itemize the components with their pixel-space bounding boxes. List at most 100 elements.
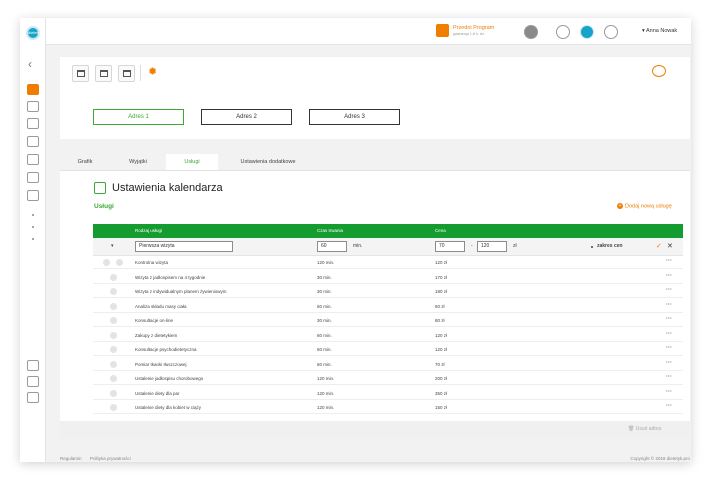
calendar-icon[interactable] [524,25,538,39]
move-up-icon[interactable] [110,389,117,397]
service-price: 180 zł [435,289,448,294]
service-duration: 120 min. [317,376,335,381]
service-duration: 60 min. [317,361,332,367]
promo-banner[interactable]: Przedni Program gwarancja 1-8 h. tel. [436,24,508,40]
collapse-arrow-icon[interactable]: ‹ [28,58,32,70]
dashboard-icon[interactable] [27,172,39,183]
range-toggle-icon[interactable] [591,246,593,248]
settings-icon[interactable] [604,25,618,39]
card-footer-bar: 🗑 Usuń adres [60,421,690,439]
tab-grafik[interactable]: Grafik [64,154,106,170]
table-row: Ustalenie diety dla par 120 min. 350 zł … [93,387,683,400]
service-price: 50 zł [435,303,445,309]
page-title: Ustawienia kalendarza [112,182,223,194]
gear-icon[interactable]: ✹ [148,66,157,78]
table-row: Konsultacje on-line 30 min. 80 zł ··· [93,314,683,327]
service-price: 80 zł [435,318,445,323]
user-menu[interactable]: ▾ Anna Nowak [642,28,677,34]
address-2-button[interactable]: Adres 2 [201,109,292,125]
chat-icon[interactable] [556,25,570,39]
more-options-icon[interactable]: ··· [666,401,672,412]
terms-link[interactable]: Regulamin [60,456,82,461]
table-icon[interactable] [27,154,39,165]
move-up-icon[interactable] [110,404,117,411]
tab-uslugi[interactable]: Usługi [166,154,218,170]
address-card: ✹ Adres 1 Adres 2 Adres 3 [60,57,690,139]
card-icon[interactable] [27,360,39,371]
table-row: Wizyta z jadłospisem na 4 tygodnie 30 mi… [93,271,683,284]
service-name: Ustalenie diety dla par [135,390,180,396]
service-name: Ustalenie jadłospisu chorobowego [135,376,204,381]
move-up-icon[interactable] [110,360,117,368]
more-options-icon[interactable]: ··· [666,271,672,282]
move-up-icon[interactable] [103,259,110,266]
bank-icon[interactable] [27,392,39,403]
service-name: Konsultacje on-line [135,318,174,323]
add-service-button[interactable]: + Dodaj nową usługę [617,203,672,209]
more-options-icon[interactable]: ··· [666,358,672,369]
more-options-icon[interactable]: ··· [666,372,672,383]
calendar-month-button[interactable] [118,65,135,82]
address-1-button[interactable]: Adres 1 [93,109,184,125]
header-service-type: Rodzaj usługi [135,228,163,233]
copyright: Copyright © 2018 dietetyk.pro [630,456,690,461]
move-down-icon[interactable] [116,259,123,266]
cancel-icon[interactable]: ✕ [667,241,673,252]
remove-address-button[interactable]: 🗑 Usuń adres [628,426,661,432]
move-up-icon[interactable] [110,331,117,339]
table-header: Rodzaj usługi Czas trwania Cena [93,224,683,238]
move-up-icon[interactable] [110,288,117,295]
toolbar-divider [140,65,141,81]
pen-icon[interactable] [27,118,39,129]
tab-wyjatki[interactable]: Wyjątki [118,154,158,170]
confirm-icon[interactable]: ✓ [656,241,662,252]
more-options-icon[interactable]: ··· [666,256,672,267]
tab-bar: Grafik Wyjątki Usługi Ustawienia dodatko… [60,154,690,170]
duration-input[interactable]: 60 [317,241,347,252]
more-options-icon[interactable]: ··· [666,343,672,354]
tab-ustawienia-dodatkowe[interactable]: Ustawienia dodatkowe [228,154,308,170]
move-up-icon[interactable] [110,346,117,353]
app-window: dietetyk ‹ Przedni Program gwarancja 1-8… [20,18,691,462]
move-up-icon[interactable] [110,375,117,382]
duration-unit: min. [353,243,363,249]
calendar-week-button[interactable] [95,65,112,82]
service-name-input[interactable]: Pierwsza wizyta [135,241,233,252]
service-duration: 60 min. [317,303,332,309]
more-options-icon[interactable]: ··· [666,314,672,325]
service-name: Wizyta z indywidualnym planem żywieniowy… [135,289,227,294]
service-duration: 30 min. [317,274,332,280]
page-footer: Regulamin Polityka prywatności Copyright… [60,456,690,462]
more-options-icon[interactable]: ··· [666,300,672,311]
calendar-day-button[interactable] [72,65,89,82]
calendar-week-icon [100,70,108,77]
move-up-icon[interactable] [110,273,117,281]
table-row: Analiza składu masy ciała 60 min. 50 zł … [93,300,683,313]
move-up-icon[interactable] [110,317,117,324]
price-range-label[interactable]: zakres cen [597,241,623,252]
price-to-input[interactable]: 120 [477,241,507,252]
mail-icon[interactable] [27,190,39,201]
collapse-chevron-icon[interactable]: ▾ [111,241,114,252]
service-price: 170 zł [435,274,448,280]
more-options-icon[interactable]: ··· [666,285,672,296]
service-price: 120 zł [435,332,448,338]
service-name: Konsultacje psychodietetyczna [135,347,197,352]
chat-bubble-icon[interactable] [652,65,666,77]
chart-icon[interactable] [27,101,39,112]
grid-icon[interactable] [27,84,39,95]
logo-icon[interactable] [580,25,594,39]
move-up-icon[interactable] [110,302,117,310]
address-3-button[interactable]: Adres 3 [309,109,400,125]
service-duration: 60 min. [317,332,332,338]
more-options-icon[interactable]: ··· [666,387,672,398]
gear-icon[interactable] [27,376,39,387]
building-icon[interactable] [27,136,39,147]
price-from-input[interactable]: 70 [435,241,465,252]
app-logo[interactable]: dietetyk [26,26,42,40]
more-options-icon[interactable]: ··· [666,329,672,340]
table-row: Zakupy z dietetykiem 60 min. 120 zł ··· [93,329,683,342]
privacy-policy-link[interactable]: Polityka prywatności [90,456,131,461]
promo-subtitle: gwarancja 1-8 h. tel. [453,32,485,36]
service-name: Ustalenie diety dla kobiet w ciąży [135,405,202,410]
